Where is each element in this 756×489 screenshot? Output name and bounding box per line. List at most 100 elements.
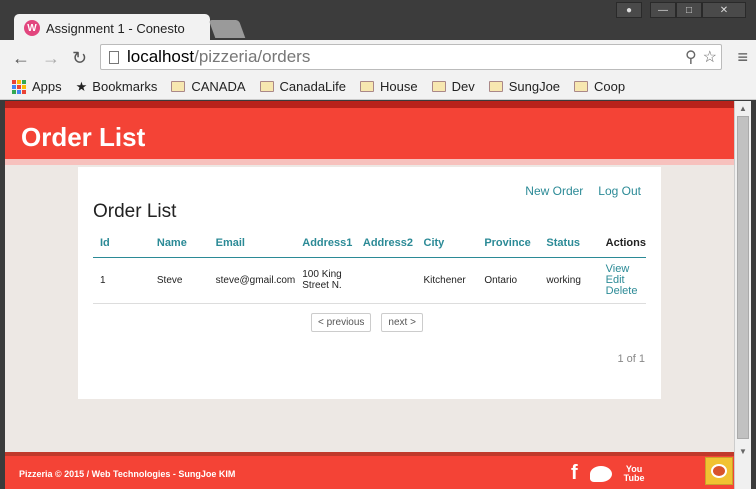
page-viewport: Order List New Order Log Out Order List … xyxy=(5,101,734,489)
youtube-icon[interactable]: You Tube xyxy=(623,464,645,483)
cell-city: Kitchener xyxy=(416,257,478,304)
apps-grid-dot xyxy=(17,79,21,84)
close-window-button[interactable]: ✕ xyxy=(702,2,746,18)
bookmark-label: Dev xyxy=(451,79,475,94)
address1-line2: Street N. xyxy=(302,280,342,291)
tab-title: Assignment 1 - Conesto xyxy=(46,20,185,36)
bookmark-apps[interactable]: Apps xyxy=(12,79,62,94)
minimize-button[interactable]: — xyxy=(650,2,676,18)
bookmark-folder[interactable]: Dev xyxy=(431,79,475,94)
address1-line1: 100 King xyxy=(302,269,342,280)
back-arrow-icon[interactable]: ← xyxy=(12,48,30,69)
pizza-badge-icon[interactable] xyxy=(705,457,733,485)
reload-icon[interactable]: ↻ xyxy=(72,48,87,69)
address-bar[interactable]: localhost/pizzeria/orders ⚲ ☆ xyxy=(100,44,722,70)
footer-text: Pizzeria © 2015 / Web Technologies - Sun… xyxy=(19,469,236,479)
page-count: 1 of 1 xyxy=(617,353,645,365)
scroll-thumb[interactable] xyxy=(737,116,749,439)
apps-grid-dot xyxy=(12,89,16,94)
user-icon[interactable]: ● xyxy=(616,2,642,18)
pagination: < previous next > xyxy=(311,313,423,332)
bookmark-label: House xyxy=(380,79,418,94)
title-bar: W Assignment 1 - Conesto ● — □ ✕ xyxy=(0,0,756,42)
column-header-address2[interactable]: Address2 xyxy=(355,229,417,258)
forward-arrow-icon[interactable]: → xyxy=(42,48,60,69)
next-button[interactable]: next > xyxy=(381,313,423,332)
apps-grid-dot xyxy=(17,89,21,94)
star-icon: ★ xyxy=(75,78,88,94)
window-controls: ● — □ ✕ xyxy=(616,2,746,18)
bookmark-folder[interactable]: SungJoe xyxy=(488,79,561,94)
header-top-strip xyxy=(5,101,734,108)
cell-province: Ontario xyxy=(477,257,540,304)
cell-address1: 100 King Street N. xyxy=(295,257,356,304)
column-header-status[interactable]: Status xyxy=(539,229,599,258)
top-links: New Order Log Out xyxy=(525,184,641,198)
orders-table: Id Name Email Address1 Address2 City Pro… xyxy=(93,229,646,304)
youtube-label-line2: Tube xyxy=(623,472,645,483)
table-header-row: Id Name Email Address1 Address2 City Pro… xyxy=(93,229,646,258)
bookmark-label: CANADA xyxy=(191,79,246,94)
column-header-name[interactable]: Name xyxy=(149,229,209,258)
scroll-down-icon[interactable]: ▼ xyxy=(739,447,747,456)
column-header-id[interactable]: Id xyxy=(93,229,150,258)
column-header-city[interactable]: City xyxy=(416,229,478,258)
column-header-email[interactable]: Email xyxy=(208,229,296,258)
scroll-up-icon[interactable]: ▲ xyxy=(739,104,747,113)
bookmark-folder[interactable]: House xyxy=(360,79,418,94)
header-divider xyxy=(5,159,734,165)
cell-email: steve@gmail.com xyxy=(208,257,296,304)
tab-favicon-icon: W xyxy=(24,20,40,36)
new-tab-button[interactable] xyxy=(208,20,246,38)
bookmark-label: CanadaLife xyxy=(279,79,347,94)
maximize-button[interactable]: □ xyxy=(676,2,702,18)
apps-grid-icon xyxy=(12,79,26,94)
twitter-icon[interactable] xyxy=(589,465,612,482)
page-header: Order List xyxy=(5,108,734,159)
page-title: Order List xyxy=(93,201,177,222)
log-out-link[interactable]: Log Out xyxy=(598,184,641,198)
delete-link[interactable]: Delete xyxy=(606,285,638,297)
window-frame-right xyxy=(751,101,756,489)
new-order-link[interactable]: New Order xyxy=(525,184,583,198)
bookmark-label: Coop xyxy=(594,79,626,94)
apps-grid-dot xyxy=(12,84,16,89)
bookmark-folder[interactable]: CanadaLife xyxy=(259,79,347,94)
bookmark-label: Bookmarks xyxy=(92,79,158,94)
bookmark-label: Apps xyxy=(32,79,62,94)
facebook-icon[interactable]: f xyxy=(571,462,578,485)
column-header-province[interactable]: Province xyxy=(477,229,540,258)
orders-card: New Order Log Out Order List Id Name Ema… xyxy=(78,167,661,399)
bookmarks-bar: Apps ★ Bookmarks CANADA CanadaLife House… xyxy=(0,74,756,100)
apps-grid-dot xyxy=(22,79,26,84)
social-links: f You Tube xyxy=(571,462,645,485)
browser-toolbar: ← → ↻ localhost/pizzeria/orders ⚲ ☆ ≡ xyxy=(0,40,756,74)
column-header-address1[interactable]: Address1 xyxy=(295,229,356,258)
column-header-actions: Actions xyxy=(598,229,646,258)
bookmark-bookmarks[interactable]: ★ Bookmarks xyxy=(76,79,158,95)
bookmark-star-icon[interactable]: ☆ xyxy=(703,47,717,67)
page-footer: Pizzeria © 2015 / Web Technologies - Sun… xyxy=(5,456,734,489)
bookmark-folder[interactable]: Coop xyxy=(574,79,625,94)
folder-icon xyxy=(488,81,503,92)
bookmark-folder[interactable]: CANADA xyxy=(171,79,246,94)
url-host: localhost xyxy=(127,47,195,66)
cell-name: Steve xyxy=(149,257,209,304)
bookmark-label: SungJoe xyxy=(508,79,561,94)
zoom-icon[interactable]: ⚲ xyxy=(685,47,697,67)
header-title: Order List xyxy=(21,122,146,152)
previous-button[interactable]: < previous xyxy=(311,313,372,332)
vertical-scrollbar[interactable]: ▲ ▼ xyxy=(734,101,751,489)
folder-icon xyxy=(431,81,446,92)
apps-grid-dot xyxy=(12,79,16,84)
apps-grid-dot xyxy=(22,89,26,94)
browser-tab[interactable]: W Assignment 1 - Conesto xyxy=(14,14,210,42)
chrome-menu-icon[interactable]: ≡ xyxy=(737,47,748,68)
apps-grid-dot xyxy=(22,84,26,89)
page-icon xyxy=(109,50,119,64)
table-row: 1 Steve steve@gmail.com 100 King Street N… xyxy=(93,257,646,304)
cell-actions: View Edit Delete xyxy=(598,257,646,304)
apps-grid-dot xyxy=(17,84,21,89)
folder-icon xyxy=(360,81,375,92)
cell-id: 1 xyxy=(93,257,150,304)
